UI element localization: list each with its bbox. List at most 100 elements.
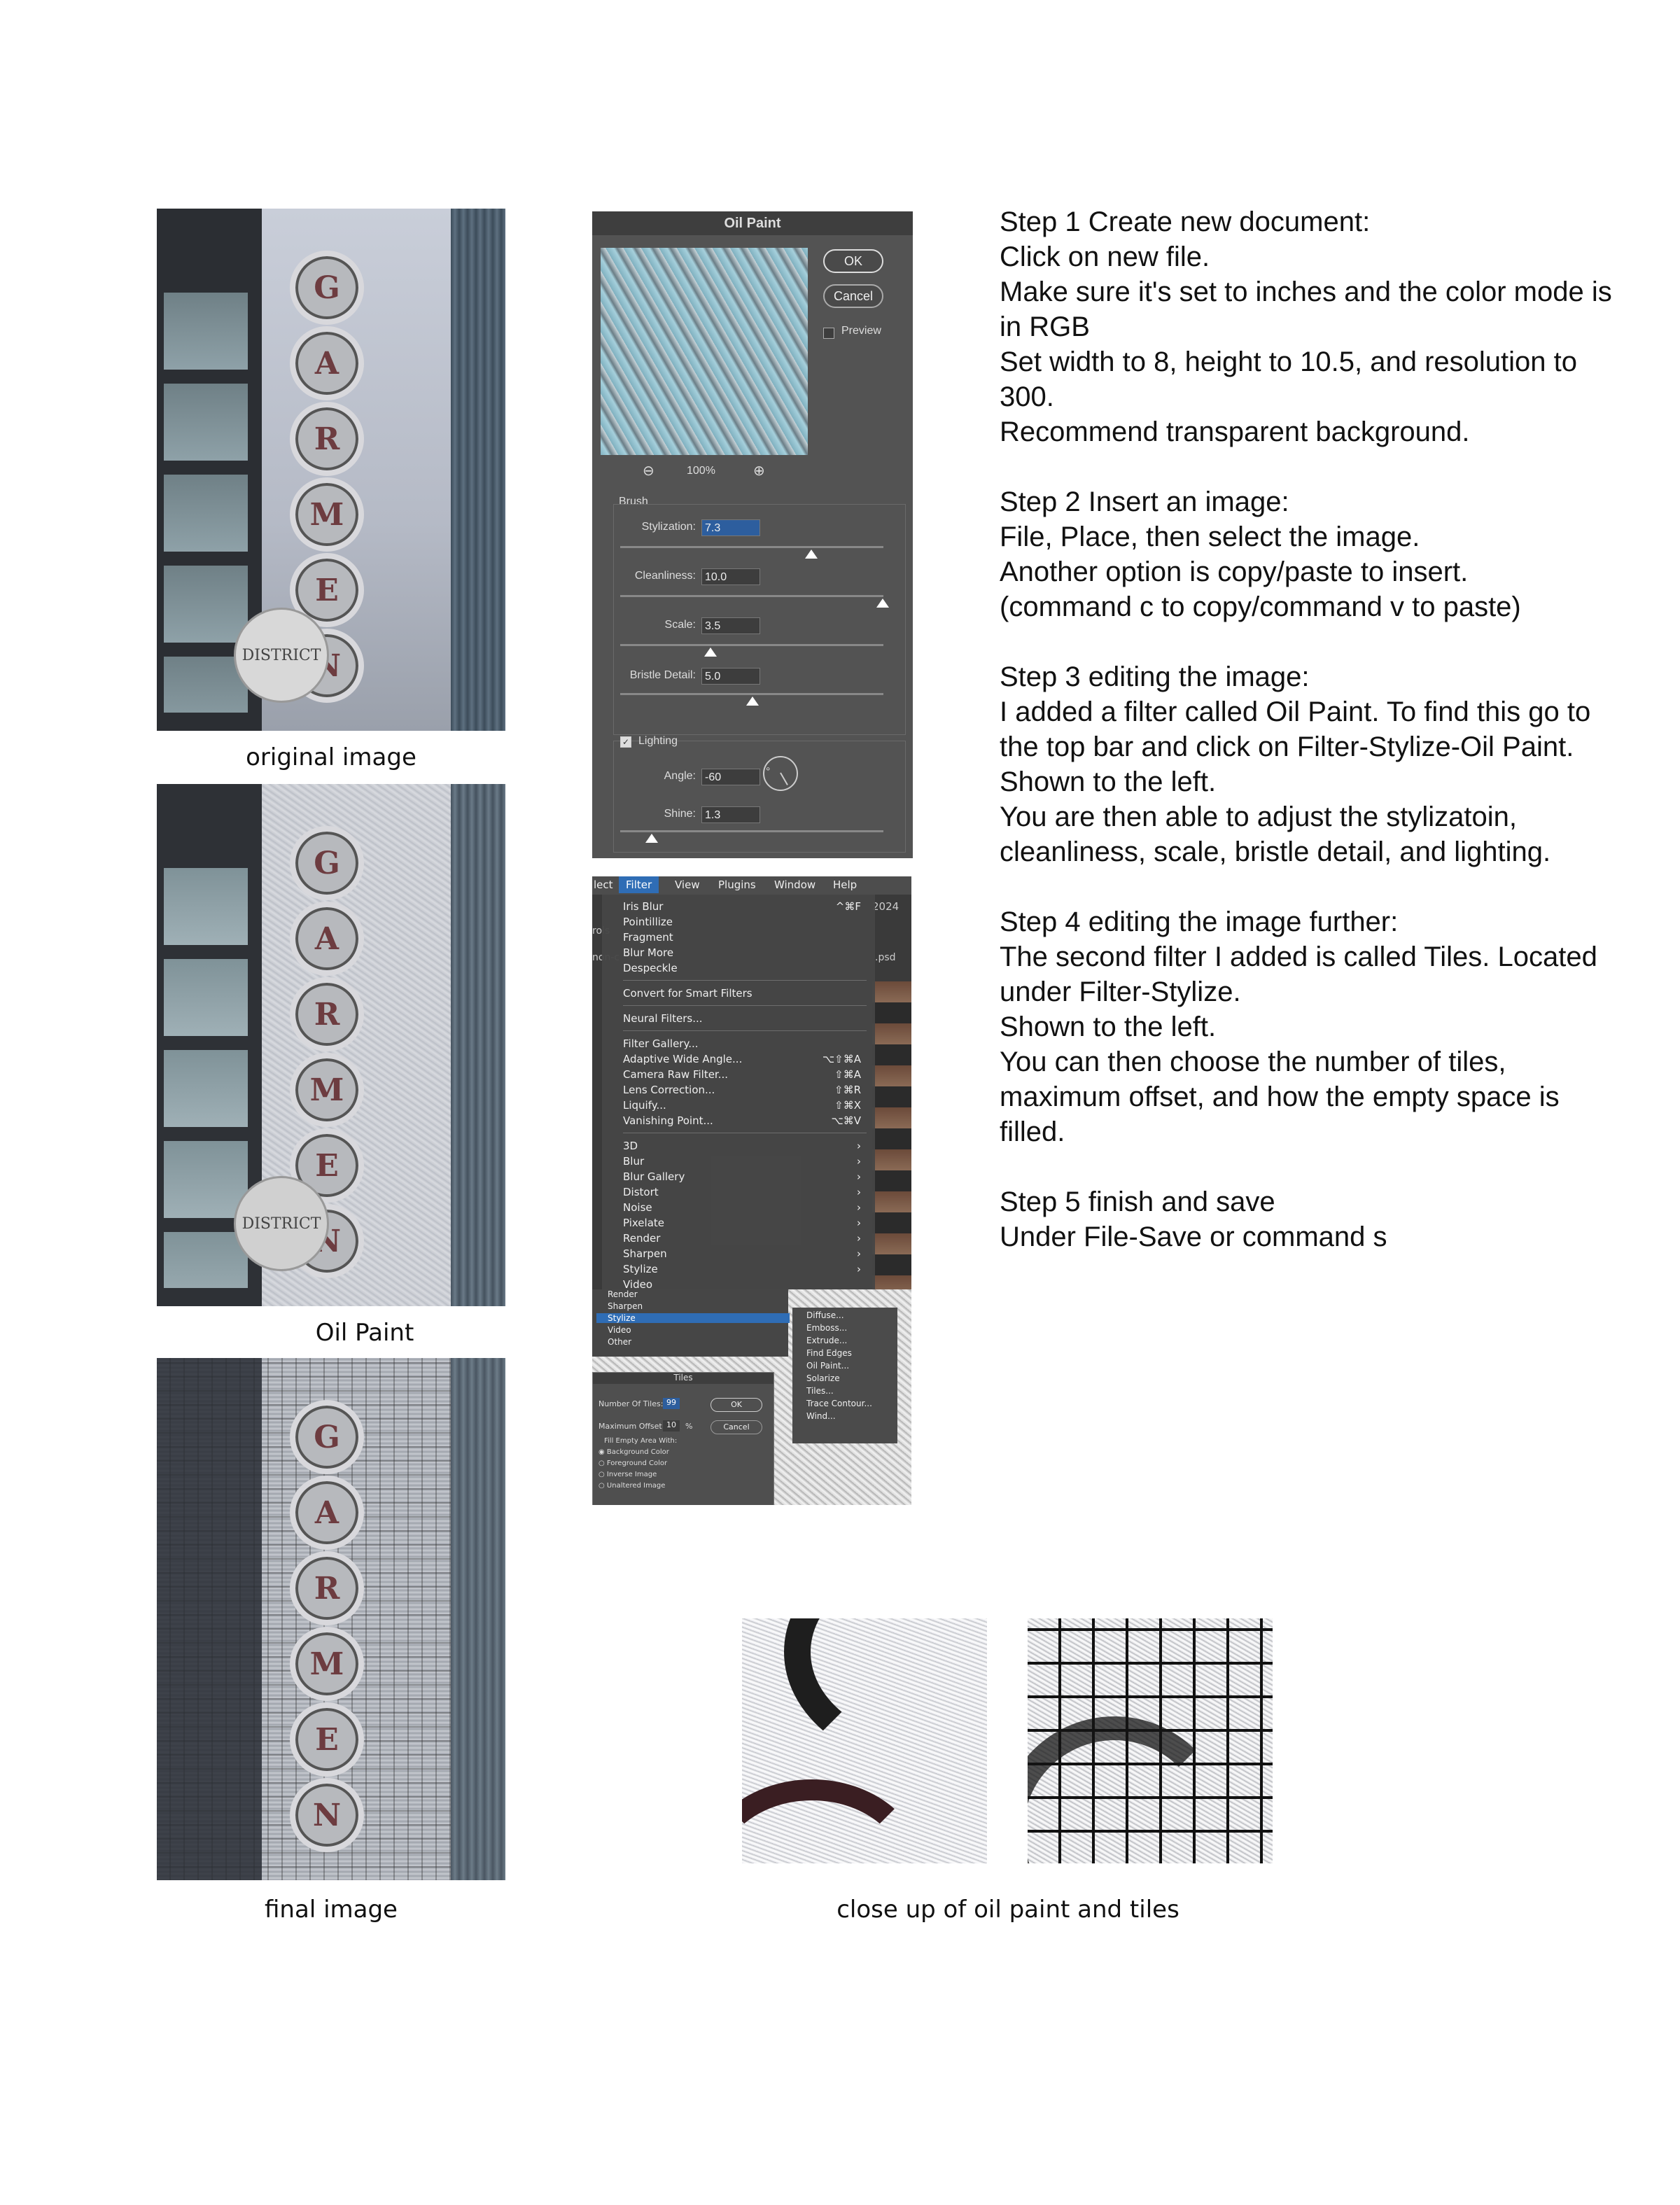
submenu-item-find-edges[interactable]: Find Edges [806, 1348, 852, 1358]
menu-item-despeckle[interactable]: Despeckle [602, 960, 875, 976]
percent-sign: % [685, 1422, 693, 1431]
chevron-right-icon: › [857, 1140, 861, 1152]
chevron-right-icon: › [857, 1201, 861, 1214]
item-label: Blur More [623, 946, 674, 959]
menu-bar-help[interactable]: Help [833, 878, 857, 891]
submenu-item-extrude[interactable]: Extrude... [806, 1336, 847, 1345]
menu-separator [623, 980, 867, 981]
menu-bar-plugins[interactable]: Plugins [718, 878, 756, 891]
closeup-tiles [1028, 1618, 1273, 1863]
oil-paint-dialog: Oil Paint OK Cancel Preview ⊖ 100% ⊕ Bru… [592, 211, 913, 858]
bristle-thumb[interactable] [746, 696, 759, 706]
lighting-checkbox[interactable]: ✓ [620, 736, 631, 748]
submenu-item-emboss[interactable]: Emboss... [806, 1323, 847, 1333]
menu-item-other[interactable]: Other [608, 1337, 631, 1347]
caption-oil-paint: Oil Paint [315, 1319, 414, 1347]
chevron-right-icon: › [857, 1170, 861, 1183]
scale-field[interactable]: 3.5 [701, 617, 760, 634]
sign-letter: M [290, 477, 364, 552]
submenu-item-wind[interactable]: Wind... [806, 1411, 836, 1421]
menu-item-sharpen[interactable]: Sharpen [608, 1301, 643, 1311]
item-shortcut: ⌥⌘V [831, 1114, 861, 1127]
zoom-out-icon[interactable]: ⊖ [643, 462, 654, 479]
menu-bar-view[interactable]: View [675, 878, 700, 891]
submenu-item-solarize[interactable]: Solarize [806, 1373, 840, 1383]
stylize-menu: Render Sharpen Stylize Video Other [592, 1289, 790, 1357]
zoom-in-icon[interactable]: ⊕ [753, 462, 765, 479]
menu-item-render[interactable]: Render [608, 1289, 638, 1299]
submenu-sharpen[interactable]: Sharpen › [602, 1246, 875, 1261]
submenu-3d[interactable]: 3D › [602, 1138, 875, 1154]
menu-item-vanishing-point[interactable]: Vanishing Point... ⌥⌘V [602, 1113, 875, 1128]
shine-slider[interactable] [620, 830, 883, 832]
cancel-button[interactable]: Cancel [823, 284, 883, 308]
submenu-render[interactable]: Render › [602, 1231, 875, 1246]
fill-option-foreground[interactable]: ○ Foreground Color [598, 1460, 667, 1467]
fill-option-unaltered[interactable]: ○ Unaltered Image [598, 1482, 665, 1490]
stylization-slider[interactable] [620, 546, 883, 548]
menu-item-neural[interactable]: Neural Filters... [602, 1011, 875, 1026]
sign-letter: M [290, 1627, 364, 1701]
bristle-slider[interactable] [620, 693, 883, 695]
tiles-ok-button[interactable]: OK [710, 1398, 762, 1412]
menu-bar-filter[interactable]: Filter [619, 876, 659, 893]
submenu-blur[interactable]: Blur › [602, 1154, 875, 1169]
menu-item-camera-raw[interactable]: Camera Raw Filter... ⇧⌘A [602, 1067, 875, 1082]
menu-bar-window[interactable]: Window [774, 878, 816, 891]
menu-item-liquify[interactable]: Liquify... ⇧⌘X [602, 1098, 875, 1113]
angle-field[interactable]: -60 [701, 769, 760, 785]
menu-item-iris-blur[interactable]: Iris Blur ^⌘F [602, 899, 875, 914]
stylization-field[interactable]: 7.3 [701, 519, 760, 536]
tiles-dialog-title: Tiles [593, 1373, 774, 1384]
cleanliness-field[interactable]: 10.0 [701, 568, 760, 585]
item-label: Distort [623, 1186, 659, 1198]
submenu-noise[interactable]: Noise › [602, 1200, 875, 1215]
item-label: Vanishing Point... [623, 1114, 713, 1127]
submenu-item-diffuse[interactable]: Diffuse... [806, 1310, 844, 1320]
submenu-video[interactable]: Video [602, 1277, 875, 1289]
canvas-photo-strip [872, 981, 911, 1289]
submenu-item-oil-paint[interactable]: Oil Paint... [806, 1361, 849, 1371]
scale-thumb[interactable] [704, 648, 717, 657]
shine-field[interactable]: 1.3 [701, 806, 760, 823]
shine-thumb[interactable] [645, 834, 658, 843]
stylization-thumb[interactable] [805, 550, 818, 559]
ok-button[interactable]: OK [823, 249, 883, 273]
menu-bar-select[interactable]: lect [594, 878, 613, 891]
tiles-cancel-button[interactable]: Cancel [710, 1420, 762, 1434]
menu-item-stylize[interactable]: Stylize [596, 1313, 790, 1323]
max-offset-field[interactable]: 10 [663, 1420, 680, 1432]
fill-option-inverse[interactable]: ○ Inverse Image [598, 1471, 657, 1478]
angle-dial[interactable] [763, 756, 798, 791]
submenu-stylize[interactable]: Stylize › [602, 1261, 875, 1277]
fill-option-background[interactable]: ◉ Background Color [598, 1448, 669, 1456]
menu-item-adaptive-wide-angle[interactable]: Adaptive Wide Angle... ⌥⇧⌘A [602, 1051, 875, 1067]
shine-label: Shine: [664, 808, 696, 820]
stylization-label: Stylization: [641, 521, 696, 533]
submenu-item-trace-contour[interactable]: Trace Contour... [806, 1399, 872, 1408]
submenu-item-tiles[interactable]: Tiles... [806, 1386, 834, 1396]
caption-final: final image [265, 1896, 398, 1924]
tower-right [451, 1358, 505, 1880]
menu-item-filter-gallery[interactable]: Filter Gallery... [602, 1036, 875, 1051]
preview-checkbox[interactable] [823, 328, 834, 339]
menu-item-lens-correction[interactable]: Lens Correction... ⇧⌘R [602, 1082, 875, 1098]
menu-item-convert[interactable]: Convert for Smart Filters [602, 986, 875, 1001]
chevron-right-icon: › [857, 1263, 861, 1275]
submenu-distort[interactable]: Distort › [602, 1184, 875, 1200]
item-label: Lens Correction... [623, 1084, 715, 1096]
submenu-blur-gallery[interactable]: Blur Gallery › [602, 1169, 875, 1184]
item-label: 3D [623, 1140, 638, 1152]
num-tiles-field[interactable]: 99 [663, 1398, 680, 1409]
menu-item-blur-more[interactable]: Blur More [602, 945, 875, 960]
cleanliness-thumb[interactable] [876, 598, 889, 608]
filter-menu-screenshot: lect Filter View Plugins Window Help 202… [592, 876, 911, 1289]
item-shortcut: ⇧⌘A [834, 1068, 861, 1081]
cleanliness-slider[interactable] [620, 595, 883, 597]
menu-item-video[interactable]: Video [608, 1325, 631, 1335]
submenu-pixelate[interactable]: Pixelate › [602, 1215, 875, 1231]
scale-slider[interactable] [620, 644, 883, 646]
menu-item-fragment[interactable]: Fragment [602, 930, 875, 945]
menu-item-pointillize[interactable]: Pointillize [602, 914, 875, 930]
bristle-field[interactable]: 5.0 [701, 668, 760, 685]
